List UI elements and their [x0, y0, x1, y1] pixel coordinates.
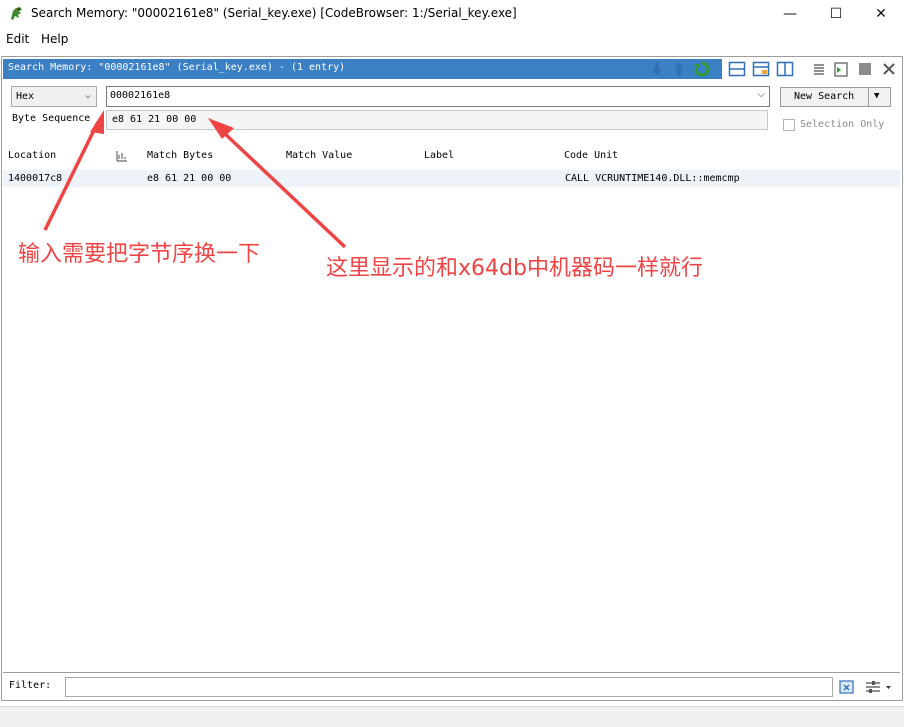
annotation-left: 输入需要把字节序换一下: [18, 242, 261, 267]
chevron-down-icon: ⌵: [84, 90, 91, 101]
refresh-icon[interactable]: [693, 60, 711, 78]
column-sort-icon[interactable]: [115, 149, 129, 163]
filter-label: Filter:: [9, 680, 52, 691]
cell-location: 1400017c8: [8, 173, 63, 184]
menu-bar: Edit Help: [0, 29, 904, 51]
arrow-down-icon[interactable]: [648, 60, 666, 78]
annotation-right: 这里显示的和x64db中机器码一样就行: [326, 256, 703, 281]
new-search-label: New Search: [794, 91, 855, 102]
dock-icon[interactable]: [856, 60, 874, 78]
filter-bar: Filter:: [3, 672, 900, 699]
filter-options-icon[interactable]: [863, 678, 893, 696]
column-code-unit[interactable]: Code Unit: [564, 150, 618, 161]
format-value: Hex: [16, 91, 35, 102]
panel-header: Search Memory: "00002161e8" (Serial_key.…: [3, 59, 901, 79]
arrow-up-icon[interactable]: [670, 60, 688, 78]
new-search-button[interactable]: New Search ▼: [780, 87, 891, 107]
layout-horizontal-icon[interactable]: [728, 60, 746, 78]
cell-match-bytes: e8 61 21 00 00: [147, 173, 232, 184]
byte-sequence-label: Byte Sequence: [12, 113, 91, 124]
column-location[interactable]: Location: [8, 150, 56, 161]
column-match-bytes[interactable]: Match Bytes: [147, 150, 213, 161]
dropdown-arrow-icon[interactable]: ▼: [874, 91, 879, 101]
byte-sequence-field: e8 61 21 00 00: [106, 110, 768, 130]
status-bar: [0, 706, 904, 727]
close-panel-icon[interactable]: [880, 60, 898, 78]
selection-only-checkbox[interactable]: [783, 119, 795, 131]
column-label[interactable]: Label: [424, 150, 454, 161]
minimize-button[interactable]: —: [767, 0, 813, 28]
format-select[interactable]: Hex ⌵: [11, 86, 97, 107]
selection-only-label: Selection Only: [800, 119, 885, 130]
column-match-value[interactable]: Match Value: [286, 150, 352, 161]
maximize-button[interactable]: ☐: [813, 0, 859, 28]
cell-code-unit: CALL VCRUNTIME140.DLL::memcmp: [565, 173, 740, 184]
menu-edit[interactable]: Edit: [6, 32, 29, 46]
menu-help[interactable]: Help: [41, 32, 68, 46]
chevron-down-icon[interactable]: ⌵: [757, 89, 765, 100]
search-input-field[interactable]: ⌵: [106, 86, 770, 107]
window-title: Search Memory: "00002161e8" (Serial_key.…: [31, 6, 517, 20]
layout-vertical-icon[interactable]: [776, 60, 794, 78]
layout-split-icon[interactable]: [752, 60, 770, 78]
search-input[interactable]: [110, 90, 740, 101]
title-bar: Search Memory: "00002161e8" (Serial_key.…: [0, 0, 904, 28]
menu-lines-icon[interactable]: [810, 60, 828, 78]
byte-sequence-value: e8 61 21 00 00: [112, 114, 197, 125]
dragon-app-icon: [11, 7, 22, 20]
filter-clear-icon[interactable]: [838, 678, 856, 696]
table-row[interactable]: 1400017c8 e8 61 21 00 00 CALL VCRUNTIME1…: [3, 170, 900, 187]
filter-input[interactable]: [65, 677, 833, 697]
table-header: Location Match Bytes Match Value Label C…: [3, 146, 900, 168]
panel-tab-title: Search Memory: "00002161e8" (Serial_key.…: [3, 59, 722, 79]
snapshot-icon[interactable]: [832, 60, 850, 78]
button-divider: [868, 88, 869, 106]
close-button[interactable]: ✕: [858, 0, 904, 28]
